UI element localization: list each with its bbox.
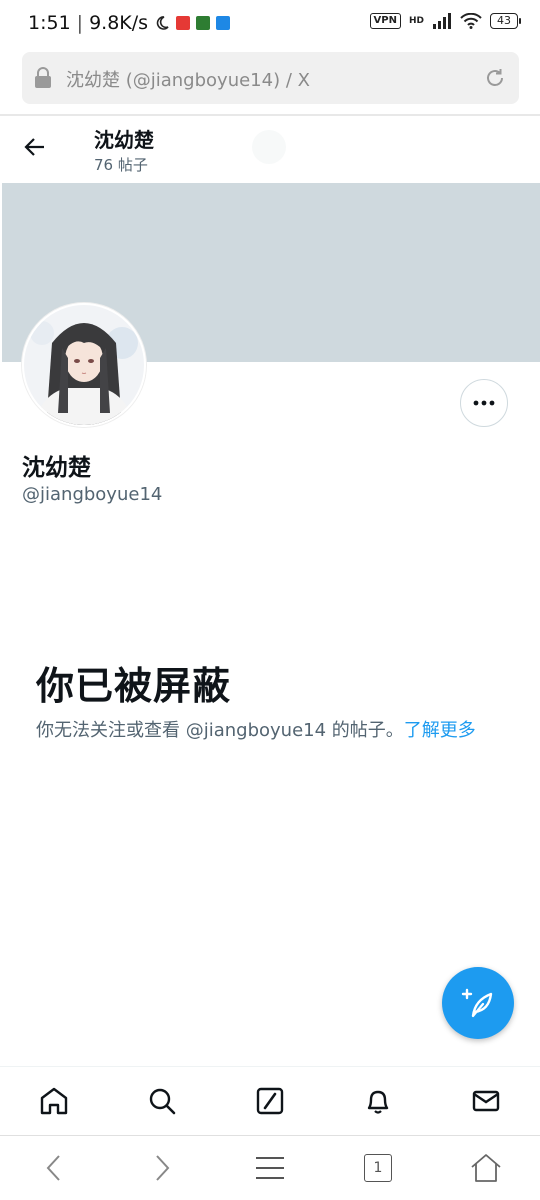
menu-icon — [256, 1157, 284, 1179]
more-options-button[interactable] — [460, 379, 508, 427]
status-bar: 1:51 | 9.8K/s VPN HD 43 — [0, 0, 540, 48]
tab-count: 1 — [364, 1154, 392, 1182]
profile-handle: @jiangboyue14 — [22, 484, 163, 505]
chevron-right-icon — [156, 1155, 170, 1181]
learn-more-link[interactable]: 了解更多 — [404, 720, 476, 741]
bottom-tab-bar — [0, 1067, 540, 1135]
more-dots-icon — [473, 400, 495, 406]
status-separator: | — [76, 12, 84, 34]
tab-search[interactable] — [132, 1071, 192, 1131]
url-bar[interactable]: 沈幼楚 (@jiangboyue14) / X — [22, 52, 519, 104]
browser-back-button[interactable] — [24, 1138, 84, 1198]
chevron-left-icon — [46, 1155, 60, 1181]
header-post-count: 76 帖子 — [94, 156, 148, 174]
app-notification-icon — [176, 16, 191, 30]
wallet-notification-icon — [196, 16, 211, 30]
tab-messages[interactable] — [456, 1071, 516, 1131]
browser-tabs-button[interactable]: 1 — [348, 1138, 408, 1198]
header-placeholder — [252, 130, 286, 164]
maps-notification-icon — [216, 16, 231, 30]
divider — [0, 114, 540, 116]
network-speed: 9.8K/s — [89, 12, 149, 34]
blocked-title: 你已被屏蔽 — [36, 664, 232, 708]
battery-indicator: 43 — [490, 13, 521, 29]
browser-nav-bar: 1 — [0, 1136, 540, 1200]
compose-post-button[interactable] — [442, 967, 514, 1039]
bell-icon — [367, 1090, 389, 1114]
search-icon — [149, 1088, 176, 1115]
browser-menu-button[interactable] — [240, 1138, 300, 1198]
browser-home-button[interactable] — [456, 1138, 516, 1198]
mail-icon — [472, 1090, 500, 1112]
wifi-icon — [460, 13, 482, 29]
home-outline-icon — [471, 1154, 501, 1182]
status-left: 1:51 | 9.8K/s — [28, 12, 231, 34]
feather-plus-icon — [461, 988, 493, 1018]
lock-icon — [35, 67, 51, 88]
profile-name: 沈幼楚 — [22, 455, 91, 481]
tab-notifications[interactable] — [348, 1071, 408, 1131]
hd-label: HD — [408, 16, 424, 26]
blocked-message-text: 你无法关注或查看 @jiangboyue14 的帖子。 — [36, 720, 404, 741]
avatar-image — [22, 303, 146, 427]
reload-icon[interactable] — [483, 66, 507, 90]
grok-icon — [256, 1087, 284, 1115]
status-time: 1:51 — [28, 12, 71, 34]
url-text[interactable]: 沈幼楚 (@jiangboyue14) / X — [66, 66, 310, 92]
avatar[interactable] — [22, 303, 146, 427]
vpn-badge: VPN — [369, 13, 401, 29]
header-name: 沈幼楚 — [94, 128, 154, 152]
blocked-message: 你无法关注或查看 @jiangboyue14 的帖子。了解更多 — [36, 716, 476, 742]
browser-forward-button[interactable] — [132, 1138, 192, 1198]
moon-icon — [156, 16, 169, 30]
signal-icon — [433, 13, 451, 29]
tab-grok[interactable] — [240, 1071, 300, 1131]
tab-home[interactable] — [24, 1071, 84, 1131]
status-right: VPN HD 43 — [369, 13, 521, 29]
home-icon — [40, 1087, 68, 1115]
back-arrow-icon[interactable] — [24, 136, 46, 158]
